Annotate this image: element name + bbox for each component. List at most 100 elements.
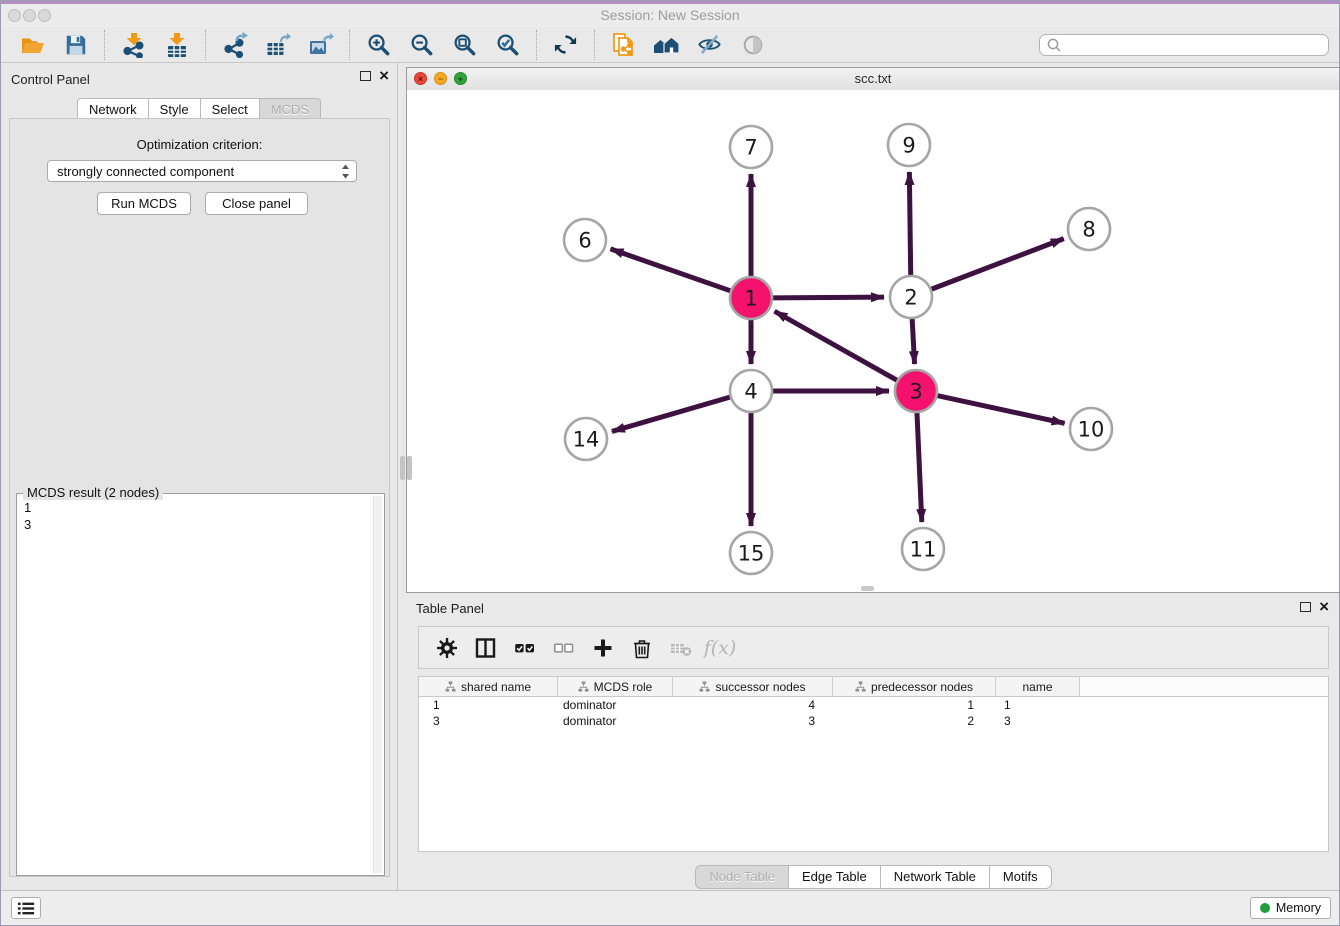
table-tab-motifs[interactable]: Motifs [990,865,1052,889]
network-horizontal-scrollbar[interactable] [861,586,874,591]
export-network-icon[interactable] [221,31,248,58]
graph-node-11[interactable]: 11 [902,528,944,570]
column-header-successor-nodes[interactable]: successor nodes [673,677,833,696]
close-panel-icon[interactable]: × [379,69,389,83]
refresh-layout-icon[interactable] [552,31,579,58]
mcds-result-text[interactable]: 1 3 [19,496,373,873]
unselect-all-columns-icon[interactable] [546,633,582,663]
graph-edge-4-14[interactable] [612,397,731,432]
control-panel-title: Control Panel [11,72,90,87]
memory-button[interactable]: Memory [1250,897,1331,919]
column-header-MCDS-role[interactable]: MCDS role [558,677,673,696]
select-all-columns-icon[interactable] [507,633,543,663]
network-from-file-icon[interactable] [610,31,637,58]
network-canvas[interactable]: 7 9 6 8 1 2 4 3 14 10 15 11 [407,90,1339,592]
search-box[interactable] [1039,34,1329,56]
titlebar: Session: New Session [1,1,1339,28]
svg-text:10: 10 [1078,418,1105,442]
result-scrollbar[interactable] [373,496,382,873]
table-settings-icon[interactable] [429,633,465,663]
open-session-icon[interactable] [19,31,46,58]
hierarchy-icon [855,681,866,692]
save-session-icon[interactable] [62,31,89,58]
table-panel-tabs: Node TableEdge TableNetwork TableMotifs [406,865,1340,889]
close-table-panel-icon[interactable]: × [1319,600,1329,614]
network-graph: 7 9 6 8 1 2 4 3 14 10 15 11 [407,90,1339,592]
table-tab-network-table[interactable]: Network Table [881,865,990,889]
graph-node-3[interactable]: 3 [895,370,937,412]
table-tab-node-table[interactable]: Node Table [695,865,789,889]
criterion-select[interactable]: strongly connected component [47,160,357,182]
graph-edge-3-10[interactable] [937,395,1065,423]
zoom-out-icon[interactable] [408,31,435,58]
table-cell[interactable]: 4 [673,698,833,712]
network-minimize-button[interactable]: − [434,72,447,85]
table-cell[interactable]: dominator [558,714,673,728]
graph-node-8[interactable]: 8 [1068,208,1110,250]
graph-edge-3-11[interactable] [917,412,922,522]
export-image-icon[interactable] [307,31,334,58]
float-table-panel-icon[interactable] [1300,602,1311,612]
graph-node-2[interactable]: 2 [890,276,932,318]
add-column-icon[interactable] [585,633,621,663]
delete-column-icon[interactable] [624,633,660,663]
table-cell[interactable]: 1 [996,698,1080,712]
graph-node-14[interactable]: 14 [565,418,607,460]
graph-node-9[interactable]: 9 [888,124,930,166]
network-vertical-scrollbar[interactable] [407,456,412,480]
graph-edge-1-2[interactable] [772,297,884,298]
graph-edge-2-3[interactable] [912,318,914,364]
search-input[interactable] [1062,37,1322,53]
network-close-button[interactable]: × [414,72,427,85]
svg-text:9: 9 [902,134,915,158]
table-cell[interactable]: 1 [833,698,996,712]
table-cell[interactable]: 3 [673,714,833,728]
import-table-icon[interactable] [163,31,190,58]
table-cell[interactable]: 2 [833,714,996,728]
graph-node-1[interactable]: 1 [730,277,772,319]
show-columns-icon[interactable] [468,633,504,663]
zoom-fit-icon[interactable] [451,31,478,58]
column-header-predecessor-nodes[interactable]: predecessor nodes [833,677,996,696]
search-icon [1046,37,1062,53]
table-tab-edge-table[interactable]: Edge Table [789,865,881,889]
run-mcds-button[interactable]: Run MCDS [97,192,191,215]
toolbar-separator [536,30,537,60]
home-icon[interactable] [653,31,680,58]
close-panel-button[interactable]: Close panel [205,192,308,215]
task-history-button[interactable] [11,897,41,919]
graph-node-7[interactable]: 7 [730,126,772,168]
hierarchy-icon [578,681,589,692]
table-cell[interactable]: 1 [419,698,558,712]
control-panel: Control Panel × NetworkStyleSelectMCDS O… [1,63,398,893]
table-row[interactable]: 3dominator323 [419,713,1328,729]
import-network-icon[interactable] [120,31,147,58]
graph-node-6[interactable]: 6 [564,219,606,261]
table-header-row: shared nameMCDS rolesuccessor nodesprede… [419,677,1328,697]
table-cell[interactable]: dominator [558,698,673,712]
panel-splitter[interactable] [400,456,405,480]
hide-graphics-details-icon[interactable] [696,31,723,58]
toolbar-separator [594,30,595,60]
svg-text:7: 7 [744,136,757,160]
graph-edge-3-1[interactable] [775,311,898,380]
memory-label: Memory [1276,901,1321,915]
graph-edge-2-8[interactable] [931,239,1064,290]
table-cell[interactable]: 3 [996,714,1080,728]
node-table: shared nameMCDS rolesuccessor nodesprede… [418,676,1329,852]
graph-edge-2-9[interactable] [909,172,910,276]
zoom-selected-icon[interactable] [494,31,521,58]
network-maximize-button[interactable]: + [454,72,467,85]
graph-node-15[interactable]: 15 [730,532,772,574]
float-panel-icon[interactable] [360,71,371,81]
column-header-name[interactable]: name [996,677,1080,696]
network-window-title: scc.txt [407,68,1339,89]
export-table-icon[interactable] [264,31,291,58]
zoom-in-icon[interactable] [365,31,392,58]
graph-node-4[interactable]: 4 [730,370,772,412]
graph-node-10[interactable]: 10 [1070,408,1112,450]
graph-edge-1-6[interactable] [610,249,731,291]
table-row[interactable]: 1dominator411 [419,697,1328,713]
table-cell[interactable]: 3 [419,714,558,728]
column-header-shared-name[interactable]: shared name [419,677,558,696]
